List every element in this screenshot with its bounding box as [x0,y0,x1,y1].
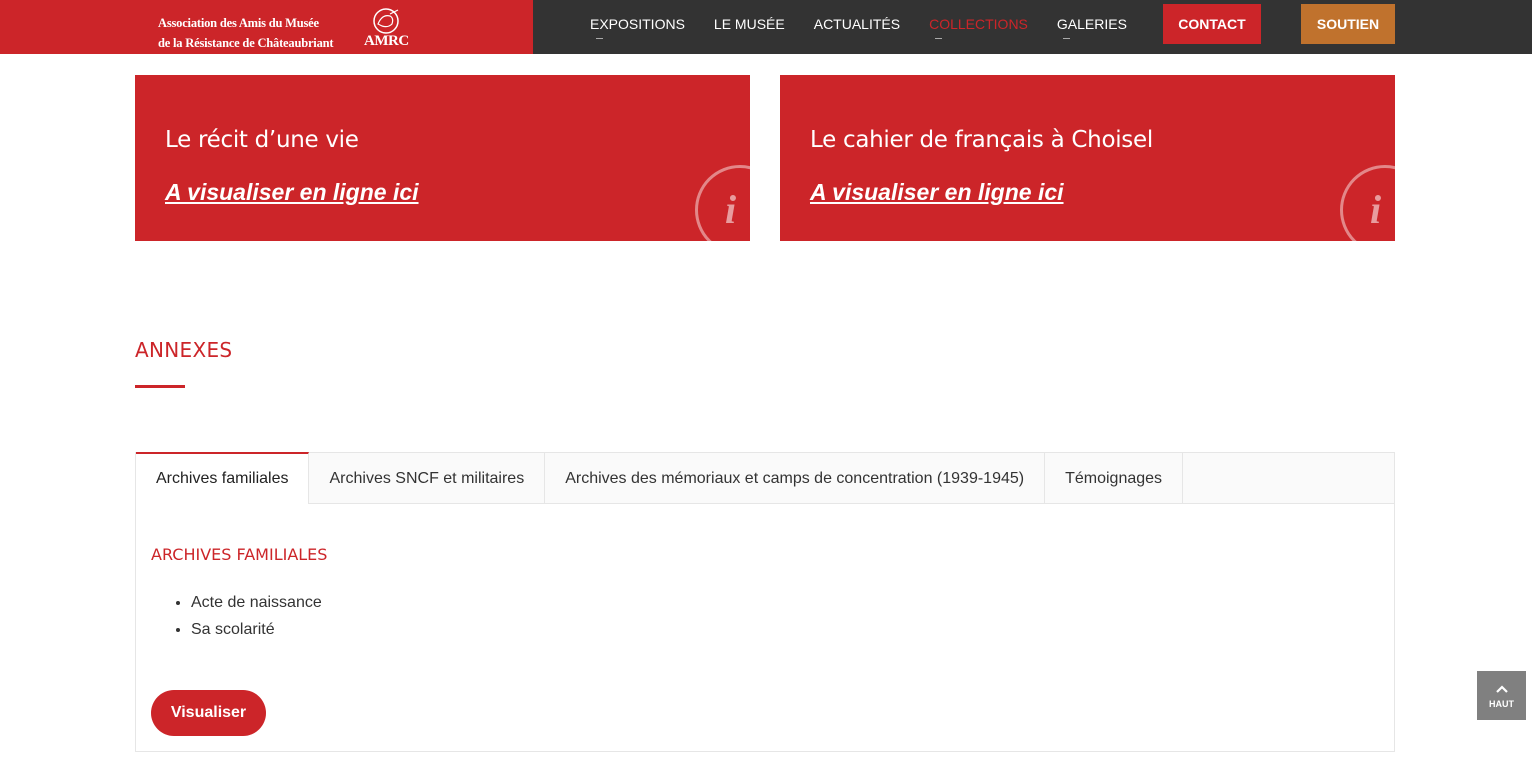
nav-collections[interactable]: COLLECTIONS [929,0,1028,47]
tab-bar: Archives familiales Archives SNCF et mil… [136,452,1394,504]
nav-expositions[interactable]: EXPOSITIONS [590,0,685,47]
visualiser-button[interactable]: Visualiser [151,690,266,736]
nav-label: ACTUALITÉS [813,15,901,32]
logo-line-1: Association des Amis du Musée [158,16,319,30]
submenu-indicator [1062,38,1070,39]
tab-archives-memoriaux[interactable]: Archives des mémoriaux et camps de conce… [545,453,1046,504]
back-to-top-label: HAUT [1489,698,1514,709]
nav-le-musee[interactable]: LE MUSÉE [714,0,785,47]
card-link[interactable]: A visualiser en ligne ici [810,179,1064,206]
nav-label: LE MUSÉE [713,15,785,32]
info-icon: i [695,165,750,241]
nav-label: COLLECTIONS [929,15,1028,32]
submenu-indicator [596,38,603,39]
logo-text: Association des Amis du Musée de la Rési… [158,13,334,53]
nav-actualites[interactable]: ACTUALITÉS [814,0,900,47]
contact-button[interactable]: CONTACT [1163,4,1261,44]
chevron-up-icon [1495,683,1508,695]
card-cahier-francais: Le cahier de français à Choisel A visual… [780,75,1395,241]
nav-label: EXPOSITIONS [590,15,685,32]
card-title: Le récit d’une vie [165,127,359,153]
list-item: Sa scolarité [191,616,322,643]
card-title: Le cahier de français à Choisel [810,127,1153,153]
logo-emblem-icon: AMRC [364,6,424,50]
tab-panel-heading: ARCHIVES FAMILIALES [151,545,328,564]
back-to-top-button[interactable]: HAUT [1477,671,1526,720]
tab-temoignages[interactable]: Témoignages [1045,453,1184,504]
tab-archives-familiales[interactable]: Archives familiales [136,452,310,504]
card-recit-vie: Le récit d’une vie A visualiser en ligne… [135,75,750,241]
section-title: ANNEXES [135,338,233,362]
card-link[interactable]: A visualiser en ligne ici [165,179,419,206]
info-icon: i [1340,165,1395,241]
soutien-button[interactable]: SOUTIEN [1301,4,1395,44]
site-header: Association des Amis du Musée de la Rési… [0,0,1532,54]
annexes-tabs: Archives familiales Archives SNCF et mil… [135,452,1395,752]
logo[interactable]: Association des Amis du Musée de la Rési… [0,0,533,54]
logo-mark-text: AMRC [364,33,409,49]
tab-panel-list: Acte de naissance Sa scolarité [191,589,322,643]
tab-archives-sncf[interactable]: Archives SNCF et militaires [309,453,546,504]
nav-galeries[interactable]: GALERIES [1057,0,1127,47]
logo-line-2: de la Résistance de Châteaubriant [158,36,334,50]
section-divider [135,385,185,388]
submenu-indicator [935,38,943,39]
main-nav: EXPOSITIONS LE MUSÉE ACTUALITÉS COLLECTI… [590,0,1156,54]
list-item: Acte de naissance [191,589,322,616]
nav-label: GALERIES [1056,15,1127,32]
